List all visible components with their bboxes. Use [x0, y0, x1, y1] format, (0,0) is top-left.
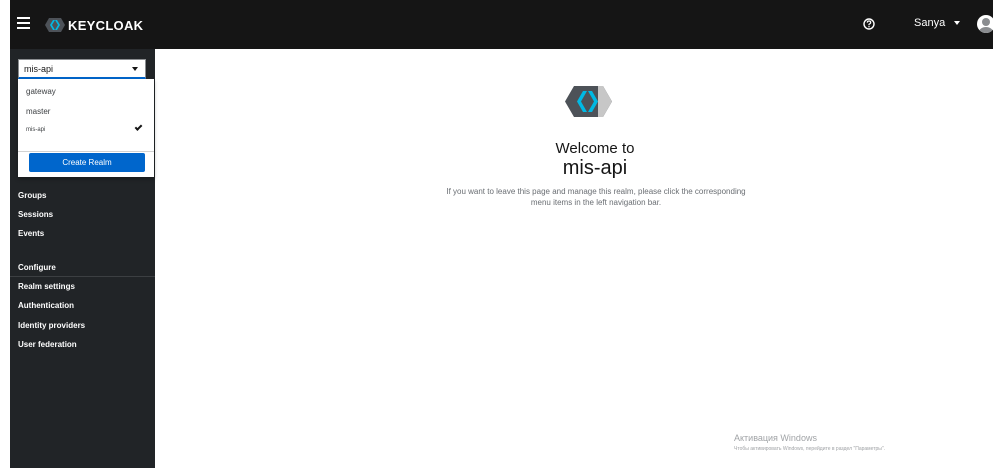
sidebar-item-authentication[interactable]: Authentication	[18, 301, 74, 310]
sidebar-item-sessions[interactable]: Sessions	[18, 210, 53, 219]
watermark-title: Активация Windows	[734, 433, 817, 443]
avatar[interactable]	[977, 15, 993, 33]
keycloak-logo-icon	[45, 18, 65, 32]
realm-name-title: mis-api	[562, 157, 628, 179]
sidebar-item-groups[interactable]: Groups	[18, 191, 46, 200]
sidebar: mis-api gateway master mis-api Create Re…	[10, 49, 155, 468]
chevron-down-icon	[954, 21, 961, 25]
description-line: If you want to leave this page and manag…	[446, 187, 746, 196]
sidebar-item-identity-providers[interactable]: Identity providers	[18, 321, 85, 330]
realm-option-label: gateway	[26, 87, 56, 96]
nav-section-configure: Configure	[18, 263, 56, 272]
sidebar-item-realm-settings[interactable]: Realm settings	[18, 282, 75, 291]
description-line: menu items in the left navigation bar.	[530, 198, 662, 207]
checkmark-icon	[134, 123, 143, 131]
realm-selector-value: mis-api	[24, 64, 54, 74]
nav-divider	[10, 276, 155, 277]
keycloak-logo-large-icon	[565, 86, 612, 117]
welcome-heading: Welcome to	[555, 140, 635, 157]
create-realm-button[interactable]: Create Realm	[29, 153, 145, 172]
realm-selector[interactable]: mis-api	[18, 59, 146, 79]
sidebar-item-events[interactable]: Events	[18, 229, 44, 238]
dropdown-divider	[18, 151, 154, 152]
masthead: KEYCLOAK Sanya	[10, 0, 993, 49]
realm-option-master[interactable]: master	[18, 103, 154, 121]
brand-name: KEYCLOAK	[68, 17, 144, 33]
realm-option-label: master	[26, 107, 51, 116]
user-name: Sanya	[914, 17, 946, 29]
realm-option-mis-api[interactable]: mis-api	[18, 122, 154, 140]
help-icon[interactable]	[863, 18, 875, 30]
hamburger-menu-icon[interactable]	[17, 17, 30, 31]
keycloak-logo[interactable]: KEYCLOAK	[43, 16, 143, 34]
welcome-description: If you want to leave this page and manag…	[398, 186, 794, 208]
windows-activation-watermark: Активация Windows Чтобы активировать Win…	[734, 433, 885, 452]
realm-option-label: mis-api	[26, 127, 46, 133]
realm-dropdown-menu: gateway master mis-api Create Realm	[18, 79, 154, 177]
watermark-subtitle: Чтобы активировать Windows, перейдите в …	[734, 446, 886, 452]
realm-option-gateway[interactable]: gateway	[18, 83, 154, 101]
user-menu-toggle[interactable]: Sanya	[914, 17, 961, 29]
sidebar-item-user-federation[interactable]: User federation	[18, 340, 77, 349]
chevron-down-icon	[132, 67, 138, 71]
